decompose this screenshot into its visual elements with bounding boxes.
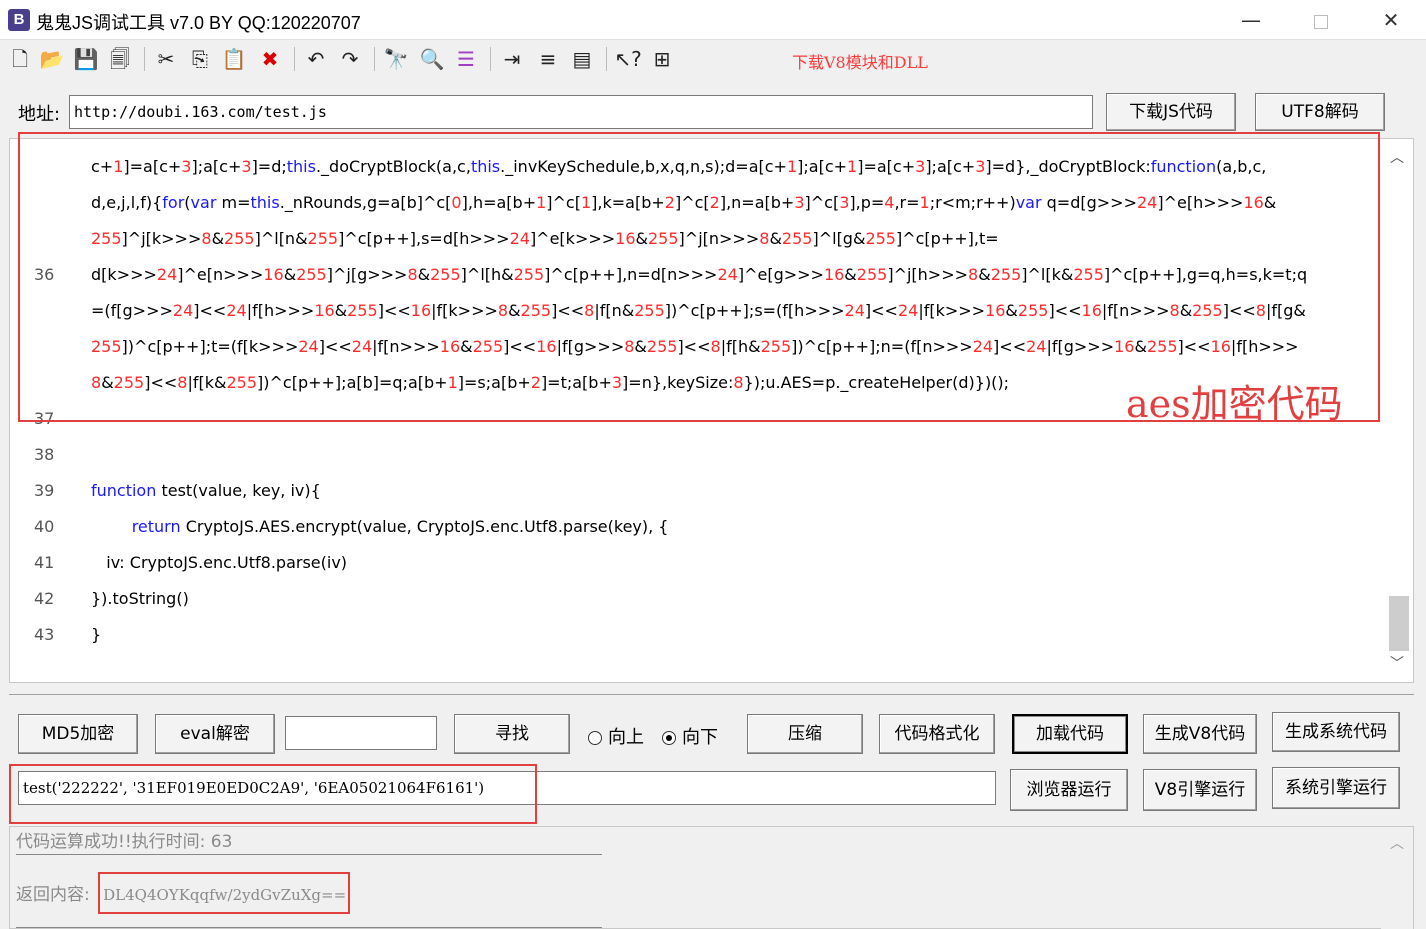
address-label: 地址: <box>18 104 61 125</box>
code-line[interactable]: }).toString() <box>91 589 189 608</box>
toolbar: 🗋 📂 💾 🗐 ✂ ⎘ 📋 ✖ ↶ ↷ 🔭 🔍 ☰ ⇥ ≡ ▤ ↖? ⊞ <box>0 41 1426 77</box>
v8-run-button[interactable]: V8引擎运行 <box>1143 769 1257 811</box>
code-text: }).toString() <box>91 589 189 608</box>
numbered-list-icon[interactable]: ≡ <box>534 45 562 73</box>
radio-up-icon <box>588 731 602 745</box>
line-number: 41 <box>34 553 55 572</box>
undo-icon[interactable]: ↶ <box>302 45 330 73</box>
bookmark-icon[interactable]: ⊞ <box>648 45 676 73</box>
app-icon: B <box>8 9 30 31</box>
download-v8-link[interactable]: 下载V8模块和DLL <box>792 49 928 73</box>
line-number: 40 <box>34 517 55 536</box>
search-input[interactable] <box>285 716 437 750</box>
result-scrollbar[interactable]: ︿ <box>1381 827 1413 929</box>
code-text: } <box>91 625 102 644</box>
paste-icon[interactable]: 📋 <box>220 45 248 73</box>
browser-run-button[interactable]: 浏览器运行 <box>1010 769 1128 811</box>
code-line[interactable]: iv: CryptoJS.enc.Utf8.parse(iv) <box>91 553 347 572</box>
code-line[interactable]: return CryptoJS.AES.encrypt(value, Crypt… <box>91 517 669 536</box>
line-number: 38 <box>34 445 55 464</box>
status-text: 代码运算成功!!执行时间: 63 <box>16 832 233 852</box>
format-code-button[interactable]: 代码格式化 <box>879 714 995 754</box>
return-label: 返回内容: <box>16 885 90 905</box>
radio-up[interactable]: 向上 <box>588 723 644 749</box>
code-text: test(value, key, iv){ <box>156 481 321 500</box>
command-highlight <box>9 764 537 824</box>
indent-icon[interactable]: ⇥ <box>498 45 526 73</box>
cut-icon[interactable]: ✂ <box>152 45 180 73</box>
code-keyword: return <box>131 517 181 536</box>
delete-icon[interactable]: ✖ <box>256 45 284 73</box>
generate-system-button[interactable]: 生成系统代码 <box>1272 712 1400 752</box>
maximize-button[interactable] <box>1286 0 1356 40</box>
help-icon[interactable]: ↖? <box>614 45 642 73</box>
address-input[interactable]: http://doubi.163.com/test.js <box>69 95 1093 129</box>
maximize-icon <box>1314 14 1328 29</box>
code-text: iv: CryptoJS.enc.Utf8.parse(iv) <box>91 553 348 572</box>
find-replace-icon[interactable]: 🔍 <box>418 45 446 73</box>
line-number: 43 <box>34 625 55 644</box>
system-run-button[interactable]: 系统引擎运行 <box>1272 767 1400 809</box>
radio-down-icon <box>662 731 676 745</box>
compress-button[interactable]: 压缩 <box>747 714 863 754</box>
aes-annotation: aes加密代码 <box>1126 382 1343 426</box>
close-button[interactable]: ✕ <box>1356 0 1426 40</box>
generate-v8-button[interactable]: 生成V8代码 <box>1143 714 1257 754</box>
editor-scrollbar[interactable]: ︿ ﹀ <box>1381 139 1413 682</box>
open-folder-icon[interactable]: 📂 <box>38 45 66 73</box>
find-icon[interactable]: 🔭 <box>382 45 410 73</box>
scroll-thumb[interactable] <box>1389 596 1409 651</box>
line-number: 42 <box>34 589 55 608</box>
code-text: CryptoJS.AES.encrypt(value, CryptoJS.enc… <box>180 517 669 536</box>
scroll-up-icon[interactable]: ︿ <box>1381 147 1413 167</box>
save-icon[interactable]: 💾 <box>72 45 100 73</box>
list-icon[interactable]: ☰ <box>452 45 480 73</box>
redo-icon[interactable]: ↷ <box>336 45 364 73</box>
md5-encrypt-button[interactable]: MD5加密 <box>18 714 138 754</box>
code-line[interactable]: function test(value, key, iv){ <box>91 481 321 500</box>
find-button[interactable]: 寻找 <box>454 714 570 754</box>
code-keyword: function <box>91 481 157 500</box>
code-line[interactable]: } <box>91 625 101 644</box>
download-js-button[interactable]: 下载JS代码 <box>1106 93 1236 131</box>
utf8-decode-button[interactable]: UTF8解码 <box>1255 93 1385 131</box>
line-number: 39 <box>34 481 55 500</box>
save-all-icon[interactable]: 🗐 <box>106 45 134 73</box>
eval-decode-button[interactable]: eval解密 <box>155 714 275 754</box>
scroll-down-icon[interactable]: ﹀ <box>1381 653 1413 673</box>
result-scroll-up-icon[interactable]: ︿ <box>1381 833 1413 853</box>
copy-icon[interactable]: ⎘ <box>186 45 214 73</box>
load-code-button[interactable]: 加载代码 <box>1012 714 1128 754</box>
window-icon[interactable]: ▤ <box>568 45 596 73</box>
window-title: 鬼鬼JS调试工具 v7.0 BY QQ:120220707 <box>36 13 361 33</box>
return-highlight <box>98 872 350 914</box>
minimize-button[interactable]: — <box>1216 0 1286 40</box>
title-bar: B 鬼鬼JS调试工具 v7.0 BY QQ:120220707 — ✕ <box>0 0 1426 40</box>
new-file-icon[interactable]: 🗋 <box>6 45 34 73</box>
radio-down[interactable]: 向下 <box>662 723 718 749</box>
